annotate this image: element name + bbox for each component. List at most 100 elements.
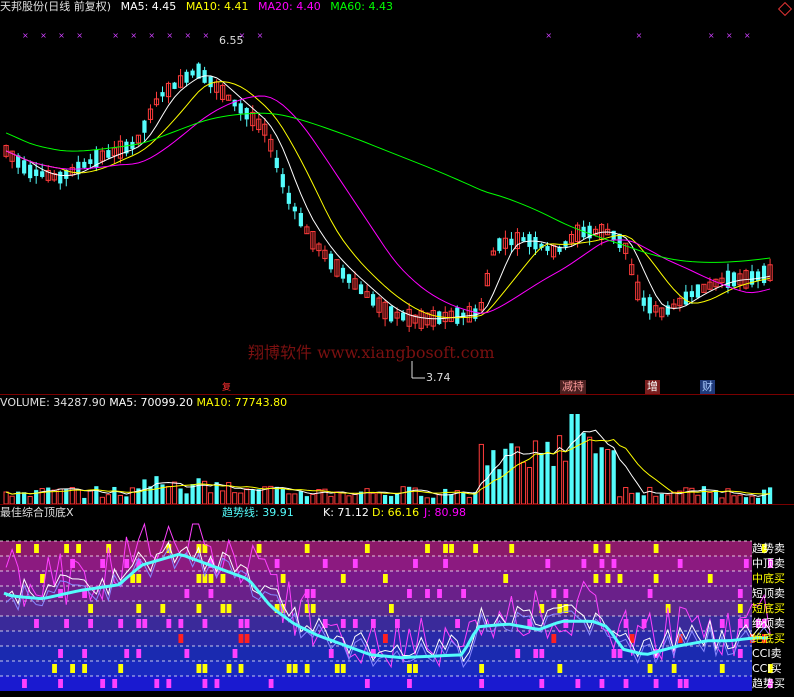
- indicator-name: 最佳综合顶底X: [0, 506, 74, 519]
- candle-body-down: [725, 270, 731, 289]
- volume-bar-up: [316, 488, 322, 504]
- volume-bar-up: [617, 496, 623, 504]
- volume-bar-chart[interactable]: [0, 410, 794, 504]
- event-marker-zeng[interactable]: 增: [645, 380, 660, 394]
- signal-block: [575, 679, 581, 688]
- indicator-band: [0, 601, 752, 616]
- signal-block: [136, 574, 142, 583]
- volume-readout: VOLUME: 34287.90: [0, 396, 106, 409]
- volume-bar-up: [532, 440, 539, 504]
- top-signal-mark: ×: [184, 31, 191, 40]
- indicator-band: [0, 541, 752, 556]
- volume-bar-up: [352, 493, 358, 504]
- signal-block: [310, 604, 316, 613]
- band-label: 趋势卖: [752, 542, 785, 555]
- signal-block: [154, 679, 160, 688]
- signal-block: [737, 649, 743, 658]
- volume-bar-down: [575, 414, 580, 504]
- volume-bar-down: [761, 489, 767, 504]
- volume-ma5-readout: MA5: 70099.20: [109, 396, 193, 409]
- volume-bar-up: [737, 494, 743, 504]
- price-candlestick-chart[interactable]: × × × × × × × × × × × × × × × × ×: [0, 16, 794, 394]
- signal-block: [677, 679, 683, 688]
- volume-header: VOLUME: 34287.90 MA5: 70099.20 MA10: 777…: [0, 396, 287, 410]
- stock-name: 天邦股份(日线 前复权): [0, 0, 112, 13]
- signal-block: [352, 559, 358, 568]
- signal-block: [52, 664, 57, 673]
- signal-block: [443, 559, 448, 568]
- signal-block: [238, 634, 244, 643]
- volume-bar-down: [274, 486, 279, 504]
- signal-block: [563, 589, 569, 598]
- candle-body-down: [160, 92, 165, 97]
- signal-block: [100, 559, 106, 568]
- signal-block: [184, 589, 190, 598]
- volume-bar-down: [743, 497, 749, 504]
- volume-bar-up: [436, 493, 442, 504]
- volume-bar-up: [171, 481, 178, 504]
- signal-block: [82, 664, 88, 673]
- event-marker-fu[interactable]: 复: [222, 381, 231, 395]
- volume-bar-down: [599, 447, 604, 504]
- volume-bar-up: [346, 495, 352, 504]
- top-signal-mark: ×: [726, 31, 733, 40]
- volume-bar-up: [328, 495, 334, 504]
- volume-bar-down: [22, 492, 27, 504]
- top-signal-mark: ×: [76, 31, 83, 40]
- volume-bar-up: [707, 491, 713, 504]
- signal-block: [340, 619, 346, 628]
- top-signal-mark: ×: [22, 31, 29, 40]
- volume-bar-down: [443, 488, 448, 504]
- signal-block: [64, 619, 69, 628]
- signal-block: [196, 664, 202, 673]
- signal-block: [244, 634, 250, 643]
- signal-block: [683, 679, 689, 688]
- event-marker-jianchi[interactable]: 减持: [560, 380, 586, 394]
- chart-title-bar: 天邦股份(日线 前复权) MA5: 4.45 MA10: 4.41 MA20: …: [0, 0, 399, 16]
- volume-bar-up: [731, 495, 737, 504]
- volume-bar-up: [232, 492, 238, 504]
- settings-diamond-icon[interactable]: [777, 1, 793, 17]
- candle-body-down: [274, 157, 279, 169]
- top-signal-mark: ×: [148, 31, 155, 40]
- volume-bar-up: [520, 461, 527, 504]
- volume-bar-up: [3, 491, 9, 504]
- signal-block: [352, 619, 358, 628]
- volume-bar-down: [34, 490, 39, 504]
- candle-body-down: [298, 213, 303, 227]
- indicator-band-chart[interactable]: [0, 520, 794, 697]
- candle-body-down: [509, 238, 514, 246]
- signal-block: [605, 544, 611, 553]
- volume-bar-up: [220, 490, 226, 504]
- event-marker-cai[interactable]: 财: [700, 380, 715, 394]
- candle-body-down: [647, 297, 652, 314]
- ma5-line: [5, 75, 771, 320]
- signal-block: [34, 544, 39, 553]
- volume-bar-down: [659, 493, 664, 504]
- candle-body-down: [280, 174, 285, 188]
- volume-bar-down: [154, 476, 159, 504]
- signal-block: [551, 589, 557, 598]
- signal-block: [425, 589, 430, 598]
- signal-block: [196, 574, 202, 583]
- signal-block: [178, 619, 184, 628]
- volume-bar-down: [641, 495, 646, 504]
- candle-body-down: [545, 246, 550, 251]
- signal-block: [443, 544, 448, 553]
- band-label: 绝底买: [752, 632, 785, 645]
- signal-block: [280, 574, 286, 583]
- candle-body-down: [533, 236, 538, 250]
- signal-block: [539, 679, 545, 688]
- volume-bar-up: [129, 487, 136, 504]
- volume-bar-down: [509, 443, 514, 504]
- volume-bar-up: [105, 494, 111, 504]
- candle-body-down: [28, 164, 33, 179]
- volume-bar-down: [298, 491, 303, 504]
- low-price-label: 3.74: [426, 371, 451, 384]
- volume-bar-down: [148, 486, 153, 504]
- signal-block: [719, 664, 725, 673]
- candle-body-down: [196, 63, 201, 79]
- volume-bar-down: [389, 495, 394, 504]
- ma10-readout: MA10: 4.41: [185, 0, 249, 13]
- volume-bar-down: [184, 493, 189, 504]
